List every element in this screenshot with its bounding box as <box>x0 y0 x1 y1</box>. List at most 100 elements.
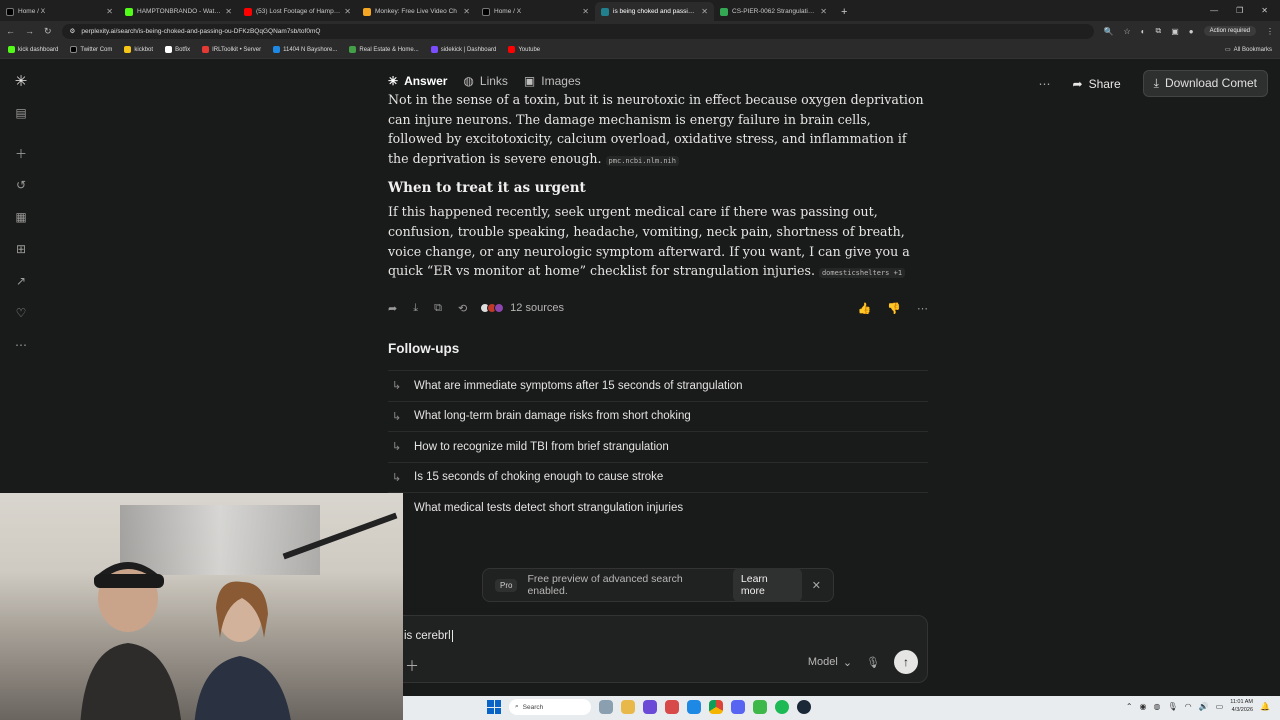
site-info-icon[interactable]: ⚙ <box>70 27 76 35</box>
bookmark-item[interactable]: Twitter Com <box>70 46 112 53</box>
browser-tab-active[interactable]: is being choked and passing ou ✕ <box>595 2 714 21</box>
close-window-icon[interactable]: ✕ <box>1261 6 1268 15</box>
widgets-icon[interactable] <box>599 700 613 714</box>
download-comet-button[interactable]: ⤓ Download Comet <box>1142 70 1268 97</box>
app-icon[interactable] <box>687 700 701 714</box>
bookmark-item[interactable]: Botfix <box>165 46 190 53</box>
extension-icon[interactable]: ◐ <box>1141 27 1146 36</box>
bookmark-star-icon[interactable]: ☆ <box>1124 27 1131 36</box>
notification-bell-icon[interactable]: 🔔 <box>1260 702 1270 711</box>
sidebar-toggle-icon[interactable]: ▤ <box>12 104 30 122</box>
app-icon[interactable] <box>665 700 679 714</box>
windows-start-icon[interactable] <box>487 700 501 714</box>
wifi-icon[interactable]: ◠ <box>1185 702 1192 711</box>
browser-tab[interactable]: Home / X ✕ <box>476 2 595 21</box>
copy-icon[interactable]: ⧉ <box>434 302 442 315</box>
zoom-icon[interactable]: 🔍 <box>1104 27 1114 36</box>
sources-button[interactable]: 12 sources <box>480 302 564 314</box>
library-icon[interactable]: ▦ <box>12 208 30 226</box>
spaces-grid-icon[interactable]: ⊞ <box>12 240 30 258</box>
submit-button[interactable]: ↑ <box>894 650 918 674</box>
spotify-icon[interactable] <box>775 700 789 714</box>
bookmark-item[interactable]: sidekick | Dashboard <box>430 46 496 53</box>
attach-plus-icon[interactable]: ＋ <box>405 656 419 676</box>
browser-tab[interactable]: (53) Lost Footage of Hampton ✕ <box>238 2 357 21</box>
taskbar-search[interactable]: ⌕ Search <box>509 699 591 715</box>
more-options-icon[interactable]: ⋯ <box>1039 77 1051 91</box>
tray-app-icon[interactable]: ◍ <box>1154 702 1161 711</box>
learn-more-button[interactable]: Learn more <box>732 568 802 602</box>
tab-images[interactable]: ▣ Images <box>524 74 581 88</box>
more-dots-icon[interactable]: ⋯ <box>917 302 928 315</box>
followup-item[interactable]: ↳ What are immediate symptoms after 15 se… <box>388 370 928 401</box>
citation-chip[interactable]: domesticshelters +1 <box>818 268 906 279</box>
minimize-icon[interactable]: — <box>1210 6 1218 15</box>
new-tab-button[interactable]: + <box>833 6 855 21</box>
battery-icon[interactable]: ▭ <box>1216 702 1224 711</box>
close-tab-icon[interactable]: ✕ <box>463 7 470 16</box>
share-answer-icon[interactable]: ➦ <box>388 302 397 315</box>
app-icon[interactable] <box>643 700 657 714</box>
close-tab-icon[interactable]: ✕ <box>582 7 589 16</box>
all-bookmarks-button[interactable]: ▭ All Bookmarks <box>1225 46 1272 54</box>
bookmark-item[interactable]: kick dashboard <box>8 46 58 53</box>
history-icon[interactable]: ↺ <box>12 176 30 194</box>
share-button[interactable]: ➦ Share <box>1065 73 1129 95</box>
steam-icon[interactable] <box>797 700 811 714</box>
tab-answer[interactable]: ✳ Answer <box>388 74 447 88</box>
volume-icon[interactable]: 🔊 <box>1199 702 1209 711</box>
thumbs-down-icon[interactable]: 👎 <box>887 302 901 315</box>
ask-composer[interactable]: is cerebrl ＋ Model ⌄ 🎙 ↑ <box>388 615 928 683</box>
finance-chart-icon[interactable]: ↗ <box>12 272 30 290</box>
file-explorer-icon[interactable] <box>621 700 635 714</box>
close-tab-icon[interactable]: ✕ <box>820 7 827 16</box>
more-dots-icon[interactable]: ⋯ <box>12 336 30 354</box>
bookmark-item[interactable]: kickbot <box>124 46 153 53</box>
app-icon[interactable] <box>753 700 767 714</box>
microphone-tray-icon[interactable]: 🎙 <box>1168 702 1178 711</box>
clock[interactable]: 11:01 AM 4/3/2026 <box>1230 698 1253 714</box>
model-selector[interactable]: Model ⌄ <box>808 656 852 669</box>
rewrite-icon[interactable]: ⟲ <box>458 302 467 315</box>
browser-tab[interactable]: Monkey: Free Live Video Ch ✕ <box>357 2 476 21</box>
thumbs-up-icon[interactable]: 👍 <box>858 302 872 315</box>
browser-tab[interactable]: HAMPTONBRANDO - Watch th ✕ <box>119 2 238 21</box>
tray-chevron-icon[interactable]: ⌃ <box>1126 702 1133 711</box>
followup-item[interactable]: ↳What medical tests detect short strangu… <box>388 492 928 523</box>
query-input[interactable]: is cerebrl <box>404 630 453 642</box>
followup-item[interactable]: ↳ How to recognize mild TBI from brief st… <box>388 431 928 462</box>
followup-item[interactable]: ↳ What long-term brain damage risks from … <box>388 400 928 432</box>
bookmark-item[interactable]: 11404 N Bayshore... <box>273 46 337 53</box>
sidepanel-icon[interactable]: ▣ <box>1171 27 1179 36</box>
heart-icon[interactable]: ♡ <box>12 304 30 322</box>
reload-icon[interactable]: ↻ <box>44 26 52 37</box>
back-icon[interactable]: ← <box>6 26 15 36</box>
citation-chip[interactable]: pmc.ncbi.nlm.nih <box>605 155 679 166</box>
profile-avatar[interactable]: ● <box>1189 27 1194 36</box>
maximize-icon[interactable]: ❐ <box>1236 6 1243 15</box>
close-tab-icon[interactable]: ✕ <box>106 7 113 16</box>
browser-tab[interactable]: Home / X ✕ <box>0 2 119 21</box>
url-field[interactable]: ⚙ perplexity.ai/search/is-being-choked-a… <box>61 23 1094 39</box>
close-icon[interactable]: ✕ <box>812 579 821 592</box>
tray-app-icon[interactable]: ◉ <box>1140 702 1147 711</box>
menu-kebab-icon[interactable]: ⋮ <box>1266 27 1274 36</box>
app-icon[interactable] <box>731 700 745 714</box>
perplexity-logo-icon[interactable]: ✳ <box>12 72 30 90</box>
new-thread-plus-icon[interactable]: ＋ <box>12 144 30 162</box>
forward-icon[interactable]: → <box>25 26 34 36</box>
tab-links[interactable]: ◍ Links <box>463 74 508 88</box>
bookmark-item[interactable]: Youtube <box>508 46 540 53</box>
chrome-icon[interactable] <box>709 700 723 714</box>
bookmark-item[interactable]: IRLToolkit • Server <box>202 46 261 53</box>
extensions-puzzle-icon[interactable]: ⧉ <box>1156 26 1162 36</box>
microphone-icon[interactable]: 🎙 <box>866 656 880 669</box>
export-download-icon[interactable]: ⤓ <box>413 302 418 315</box>
close-tab-icon[interactable]: ✕ <box>344 7 351 16</box>
bookmark-item[interactable]: Real Estate & Home... <box>349 46 419 53</box>
close-tab-icon[interactable]: ✕ <box>701 7 708 16</box>
followup-item[interactable]: ↳ Is 15 seconds of choking enough to caus… <box>388 461 928 493</box>
close-tab-icon[interactable]: ✕ <box>225 7 232 16</box>
browser-tab[interactable]: CS-PIER-0062 Strangulation - In ✕ <box>714 2 833 21</box>
action-required-button[interactable]: Action required <box>1203 26 1256 36</box>
